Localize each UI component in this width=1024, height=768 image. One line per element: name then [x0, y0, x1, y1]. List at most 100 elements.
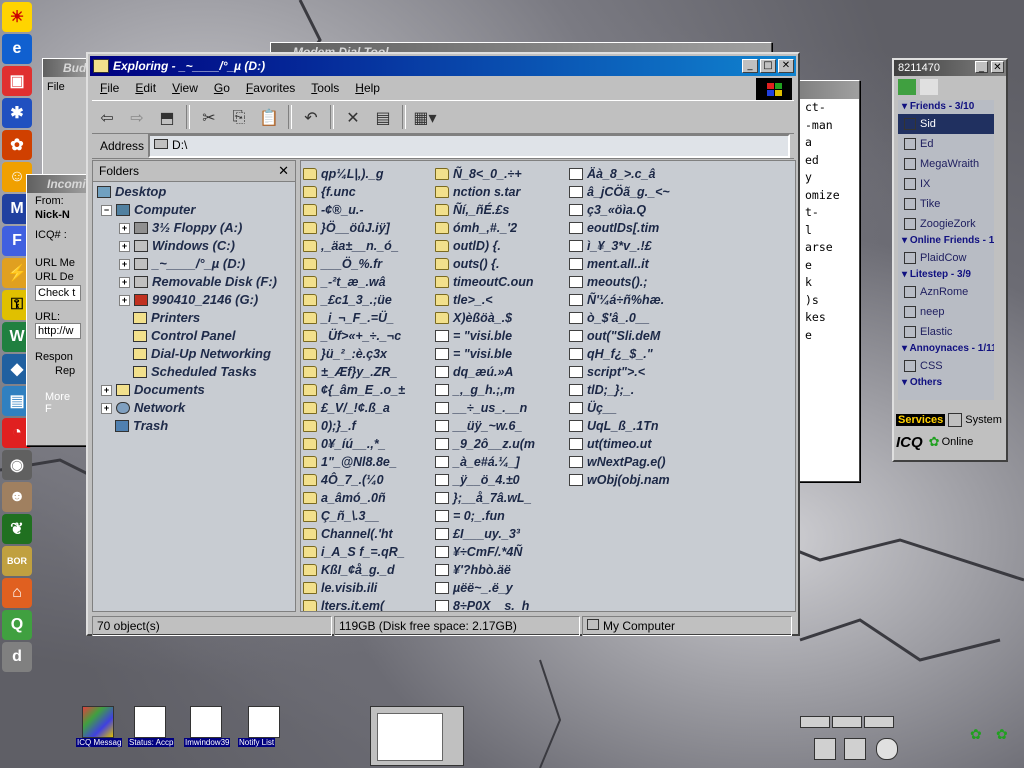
icq-contact[interactable]: neep [898, 302, 994, 322]
icq-contact[interactable]: MegaWraith [898, 154, 994, 174]
menu-favorites[interactable]: Favorites [246, 81, 295, 95]
task-imwindow[interactable] [190, 706, 222, 738]
icq-contact-list[interactable]: ▾ Friends - 3/10 Sid Ed MegaWraith IX Tike Zoo… [898, 100, 994, 400]
online-status-button[interactable]: Online [942, 436, 974, 448]
file-item[interactable]: ment.all..it [569, 255, 699, 273]
explorer-titlebar[interactable]: Exploring - _~____/°_µ (D:) _ □ ✕ [90, 56, 796, 76]
tray-cd-icon[interactable] [876, 738, 898, 760]
file-item[interactable]: Üç__ [569, 399, 699, 417]
tree-item-computer[interactable]: − Computer [101, 201, 195, 219]
file-item[interactable]: _ÿ__ö_4.±0 [435, 471, 565, 489]
file-item[interactable]: }ü_²_:è.ç3x [303, 345, 431, 363]
close-folders-button[interactable]: ✕ [278, 161, 289, 181]
file-item[interactable]: ¥÷CmF/.*4Ñ [435, 543, 565, 561]
file-item[interactable]: ómh_,#._'2 [435, 219, 565, 237]
minimize-button[interactable]: _ [742, 59, 758, 73]
icq-group-header[interactable]: ▾ Others [898, 376, 994, 390]
icq-group-header[interactable]: ▾ Annoynaces - 1/11 [898, 342, 994, 356]
file-item[interactable]: }Ö__öûJ.iÿ] [303, 219, 431, 237]
file-item[interactable]: __÷_us_.__n [435, 399, 565, 417]
file-item[interactable]: Ñ'¼á÷ñ%hæ. [569, 291, 699, 309]
back-icon[interactable]: ⇦ [95, 105, 119, 129]
desktop-pager[interactable] [370, 706, 464, 766]
icq-close-button[interactable]: ✕ [991, 61, 1004, 73]
file-item[interactable]: _9_2ô__z.u(m [435, 435, 565, 453]
task-status-accp[interactable] [134, 706, 166, 738]
task-notify-list[interactable] [248, 706, 280, 738]
file-item[interactable]: Channel(.'ht [303, 525, 431, 543]
file-item[interactable]: timeoutC.oun [435, 273, 565, 291]
views-icon[interactable]: ▦▾ [413, 105, 437, 129]
tree-item-windows[interactable]: + Windows (C:) [119, 237, 235, 255]
file-item[interactable]: 0);}_.f [303, 417, 431, 435]
file-item[interactable]: £I___uy._3³ [435, 525, 565, 543]
file-item[interactable]: ,_äa±__n._ó_ [303, 237, 431, 255]
icq-minimize-button[interactable]: _ [975, 61, 988, 73]
portrait-icon[interactable]: ☻ [2, 482, 32, 512]
quake-icon[interactable]: Q [2, 610, 32, 640]
sun-icon[interactable]: ☀ [2, 2, 32, 32]
icq-group-header[interactable]: ▾ Online Friends - 1 [898, 234, 994, 248]
file-item[interactable]: };__å_7â.wL_ [435, 489, 565, 507]
icq-contact[interactable]: CSS [898, 356, 994, 376]
file-item[interactable]: tle>_.< [435, 291, 565, 309]
file-item[interactable]: le.visib.ili [303, 579, 431, 597]
file-item[interactable]: ¥'?hbò.äë [435, 561, 565, 579]
file-item[interactable]: wNextPag.e() [569, 453, 699, 471]
expand-icon[interactable]: + [119, 276, 130, 288]
tree-item-scheduled-tasks[interactable]: Scheduled Tasks [133, 363, 257, 381]
network-icon[interactable]: ▣ [2, 66, 32, 96]
file-item[interactable]: ±_Æf}y_.ZR_ [303, 363, 431, 381]
file-item[interactable]: _Üf>«+_÷._¬c [303, 327, 431, 345]
file-item[interactable]: ___Ö_%.fr [303, 255, 431, 273]
icq-contact[interactable]: Elastic [898, 322, 994, 342]
file-item[interactable]: ut(timeo.ut [569, 435, 699, 453]
flower-icon[interactable]: ✿ [2, 130, 32, 160]
menu-edit[interactable]: Edit [135, 81, 156, 95]
paste-icon[interactable]: 📋 [257, 105, 281, 129]
tray-drive-icon[interactable] [832, 716, 862, 728]
file-item[interactable]: = 0;_.fun [435, 507, 565, 525]
icq-contact[interactable]: ZoogieZork [898, 214, 994, 234]
up-folder-icon[interactable]: ⬒ [155, 105, 179, 129]
menu-tools[interactable]: Tools [311, 81, 339, 95]
tree-item-printers[interactable]: Printers [133, 309, 200, 327]
tray-icq-icon[interactable]: ✿ [970, 726, 982, 743]
expand-icon[interactable]: + [101, 384, 112, 396]
icq-contact[interactable]: Sid [898, 114, 994, 134]
file-item[interactable]: X)èßöà_.$ [435, 309, 565, 327]
maximize-button[interactable]: □ [760, 59, 776, 73]
expand-icon[interactable]: + [119, 258, 130, 270]
file-item[interactable]: tlD;_};_. [569, 381, 699, 399]
file-item[interactable]: _i_¬_F_.=Ü_ [303, 309, 431, 327]
file-item[interactable]: = "visi.ble [435, 327, 565, 345]
file-item[interactable]: wObj(obj.nam [569, 471, 699, 489]
file-item[interactable]: meouts().; [569, 273, 699, 291]
file-item[interactable]: out("Sli.deM [569, 327, 699, 345]
file-item[interactable]: ç3_«öìa.Q [569, 201, 699, 219]
icq-titlebar[interactable]: 8211470 _ ✕ [894, 60, 1006, 76]
address-input[interactable]: D:\ [148, 134, 790, 158]
system-button[interactable]: System [965, 414, 1002, 426]
house-icon[interactable]: ⌂ [2, 578, 32, 608]
delete-icon[interactable]: ✕ [341, 105, 365, 129]
icq-group-header[interactable]: ▾ Litestep - 3/9 [898, 268, 994, 282]
tree-item-removable[interactable]: + Removable Disk (F:) [119, 273, 277, 291]
file-item[interactable]: â_jCÖã_g._<~ [569, 183, 699, 201]
file-item[interactable]: Ñí,_ñÉ.£s [435, 201, 565, 219]
file-item[interactable]: outlD) {. [435, 237, 565, 255]
eye-icon[interactable]: ◉ [2, 450, 32, 480]
tray-drive-icon[interactable] [800, 716, 830, 728]
tray-floppy-icon[interactable] [814, 738, 836, 760]
file-item[interactable]: lters.it.em( [303, 597, 431, 611]
d-icon[interactable]: d [2, 642, 32, 672]
menu-help[interactable]: Help [355, 81, 380, 95]
tree-item-d-drive[interactable]: + _~____/°_µ (D:) [119, 255, 245, 273]
collapse-icon[interactable]: − [101, 204, 112, 216]
more-button[interactable]: More F [27, 379, 89, 415]
file-list[interactable]: qp¼L|,)._g {f.unc -¢®_u.-}Ö__öûJ.iÿ] ,_äa±_… [300, 160, 796, 612]
file-item[interactable]: = "visi.ble [435, 345, 565, 363]
file-item[interactable]: nction s.tar [435, 183, 565, 201]
file-item[interactable]: Äà_8_>.c_â [569, 165, 699, 183]
copy-icon[interactable]: ⎘ [227, 105, 251, 129]
